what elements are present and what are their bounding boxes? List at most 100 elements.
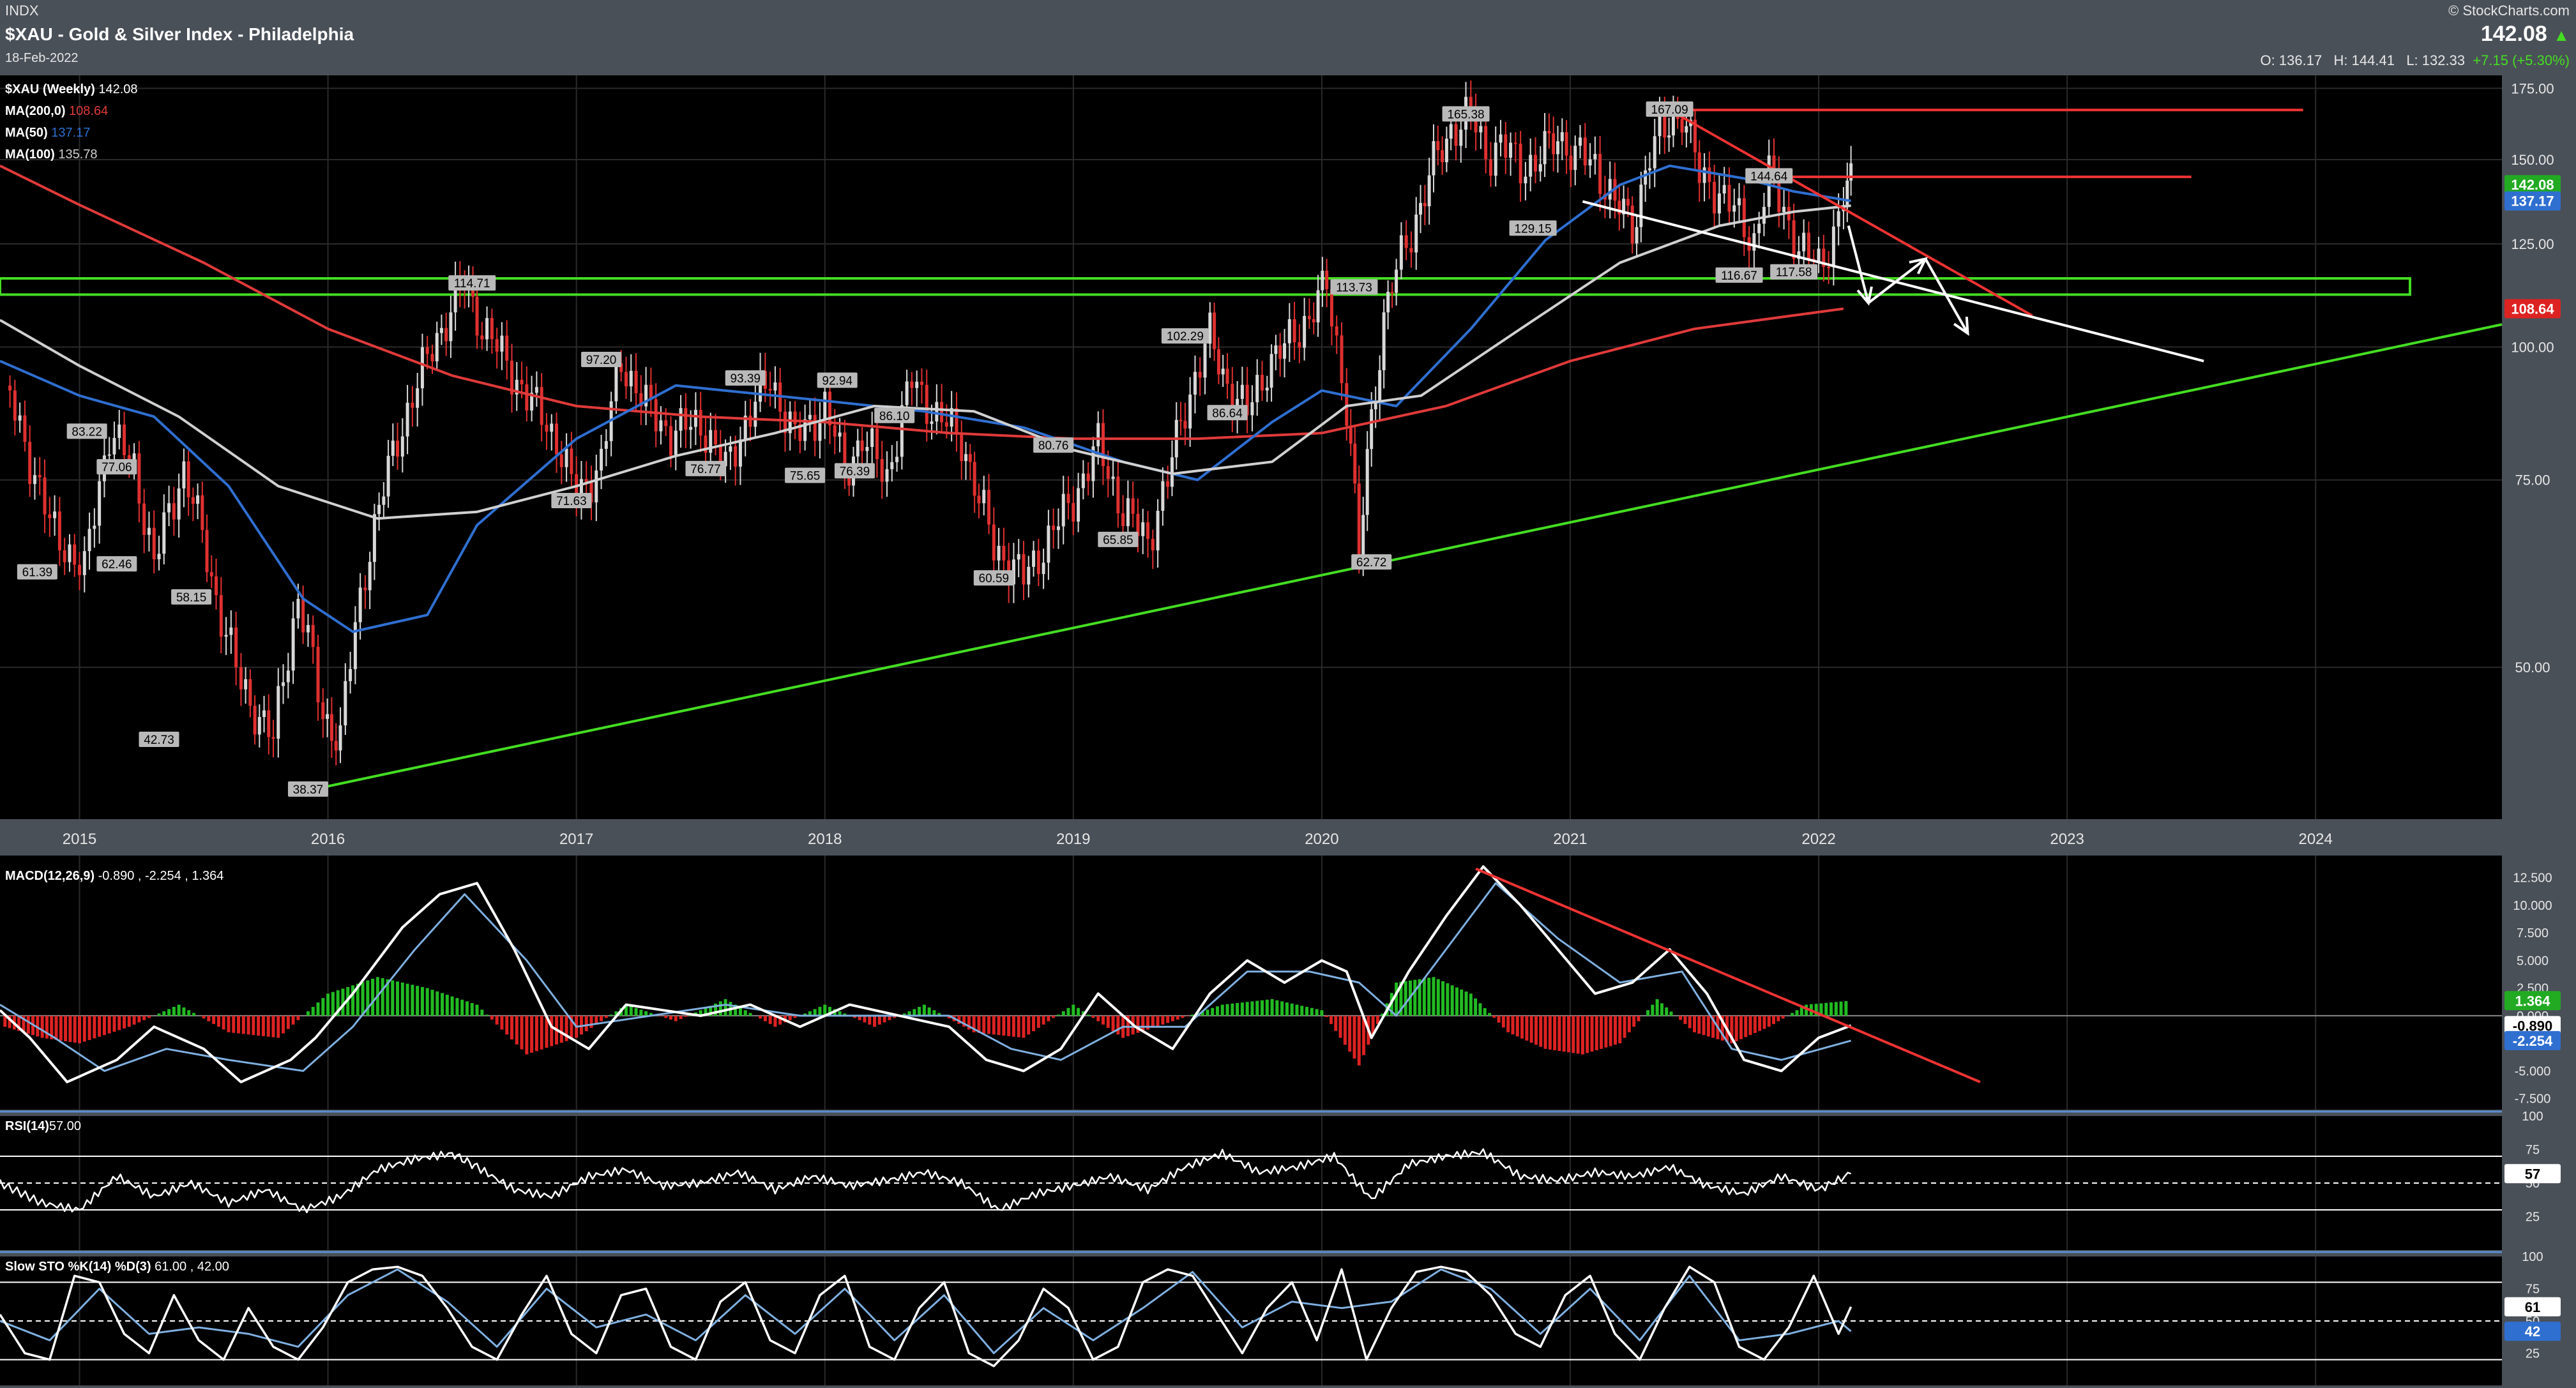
macd-histogram-bar — [1022, 1015, 1026, 1038]
candle-body — [614, 363, 618, 402]
candle-body — [344, 681, 347, 726]
macd-histogram-bar — [157, 1013, 161, 1016]
macd-histogram-bar — [1576, 1015, 1580, 1054]
macd-histogram-bar — [1534, 1015, 1538, 1045]
macd-histogram-bar — [207, 1015, 211, 1022]
macd-histogram-bar — [361, 982, 365, 1016]
macd-histogram-bar — [1395, 983, 1398, 1016]
macd-histogram-bar — [112, 1015, 116, 1032]
macd-histogram-bar — [1320, 1010, 1324, 1016]
candle-body — [1261, 375, 1264, 391]
candle-body — [57, 511, 61, 550]
candle-body — [490, 318, 494, 340]
candle-body — [1278, 345, 1282, 359]
macd-histogram-bar — [1604, 1015, 1608, 1048]
candle-body — [968, 454, 972, 462]
candle-body — [1146, 522, 1150, 539]
macd-histogram-bar — [192, 1013, 195, 1016]
candle-body — [699, 409, 702, 436]
candle-body — [1757, 223, 1761, 234]
candle-body — [262, 710, 266, 717]
candle-body — [363, 587, 367, 591]
candle-body — [1312, 319, 1315, 323]
macd-histogram-bar — [411, 984, 414, 1016]
sto-legend: Slow STO %K(14) %D(3) 61.00 , 42.00 — [5, 1260, 229, 1274]
candle-body — [405, 402, 409, 437]
candle-body — [1685, 126, 1688, 133]
candle-body — [930, 421, 934, 424]
candle-body — [545, 425, 549, 432]
macd-histogram-bar — [1061, 1011, 1065, 1016]
candle-body — [1032, 550, 1036, 567]
candle-body — [435, 333, 439, 361]
macd-histogram-bar — [1781, 1015, 1785, 1019]
macd-histogram-bar — [1474, 998, 1478, 1016]
macd-histogram-bar — [291, 1015, 295, 1025]
candle-body — [1419, 202, 1423, 215]
candle-body — [229, 627, 233, 635]
macd-histogram-bar — [326, 993, 330, 1016]
macd-histogram-bar — [674, 1015, 678, 1022]
candle-body — [1432, 141, 1436, 176]
macd-histogram-bar — [371, 978, 375, 1016]
macd-histogram-bar — [1539, 1015, 1543, 1047]
macd-histogram-bar — [1464, 992, 1468, 1016]
macd-histogram-bar — [992, 1015, 996, 1035]
candle-body — [1667, 135, 1671, 138]
macd-histogram-bar — [1595, 1015, 1598, 1050]
candle-body — [87, 529, 91, 552]
candle-body — [550, 423, 554, 432]
macd-histogram-bar — [177, 1004, 181, 1016]
candle-body — [987, 490, 991, 525]
candle-body — [885, 469, 889, 482]
legend-ma100: MA(100) 135.78 — [5, 147, 98, 162]
candle-body — [1365, 449, 1369, 515]
macd-histogram-bar — [162, 1011, 166, 1016]
candle-body — [1027, 566, 1031, 585]
macd-histogram-bar — [465, 1001, 469, 1016]
macd-histogram-bar — [1295, 1004, 1299, 1016]
candle-body — [773, 382, 777, 391]
candle-body — [964, 454, 968, 462]
macd-histogram-bar — [748, 1013, 752, 1016]
macd-histogram-bar — [147, 1015, 151, 1018]
macd-histogram-bar — [1315, 1009, 1319, 1016]
candle-body — [1454, 124, 1458, 146]
macd-histogram-bar — [59, 1015, 63, 1041]
candle-body — [1151, 539, 1155, 551]
price-label-text: 86.10 — [879, 410, 910, 423]
macd-histogram-bar — [1413, 979, 1417, 1016]
candle-body — [748, 415, 752, 427]
macd-histogram-bar — [381, 978, 384, 1016]
candle-body — [48, 514, 52, 518]
macd-histogram-bar — [1215, 1006, 1219, 1016]
macd-histogram-bar — [1562, 1015, 1566, 1052]
candle-body — [1340, 335, 1344, 384]
macd-histogram-bar — [1056, 1015, 1060, 1016]
candle-body — [629, 370, 633, 387]
candle-body — [1335, 326, 1338, 336]
candle-body — [982, 490, 986, 504]
candle-body — [973, 462, 976, 496]
macd-histogram-bar — [127, 1015, 131, 1027]
candle-body — [1370, 409, 1374, 449]
candle-body — [1221, 368, 1225, 375]
x-tick-label: 2017 — [559, 831, 593, 848]
candle-body — [123, 424, 126, 455]
price-label-text: 76.39 — [840, 465, 870, 478]
candle-body — [890, 462, 894, 469]
macd-histogram-bar — [589, 1015, 593, 1028]
candle-body — [326, 714, 330, 719]
candle-body — [201, 495, 204, 531]
macd-histogram-bar — [1220, 1004, 1224, 1016]
macd-histogram-bar — [321, 998, 325, 1016]
candle-body — [1156, 511, 1160, 551]
candle-body — [1680, 119, 1684, 133]
candle-body — [286, 670, 290, 683]
candle-body — [664, 420, 668, 426]
candle-body — [1183, 421, 1187, 429]
macd-histogram-bar — [98, 1015, 102, 1037]
x-tick-label: 2018 — [808, 831, 842, 848]
macd-histogram-bar — [1446, 983, 1450, 1016]
candle-body — [1203, 343, 1207, 378]
